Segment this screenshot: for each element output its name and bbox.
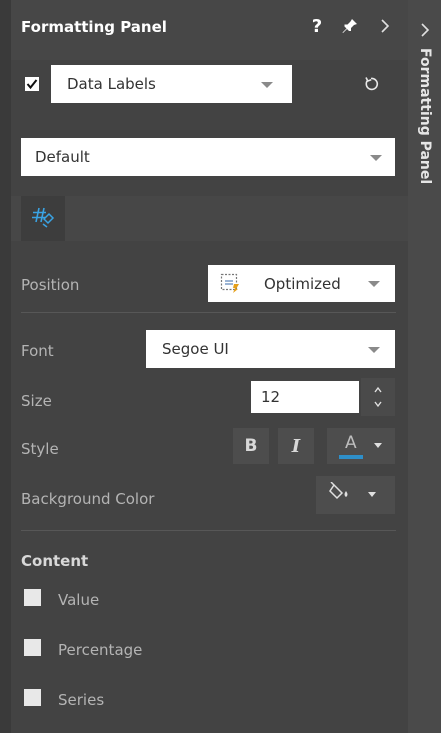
style-label: Style xyxy=(21,440,59,458)
position-dropdown[interactable]: Optimized xyxy=(208,265,395,302)
position-label: Position xyxy=(21,276,80,294)
scope-dropdown[interactable]: Default xyxy=(21,138,395,176)
size-input[interactable]: 12 xyxy=(251,381,359,413)
bold-button[interactable]: B xyxy=(233,428,269,464)
formatting-panel-side-tab[interactable]: Formatting Panel xyxy=(408,0,441,733)
series-label: Series xyxy=(58,691,105,709)
paint-bucket-icon xyxy=(328,481,352,508)
element-dropdown-value: Data Labels xyxy=(67,75,156,93)
percentage-label: Percentage xyxy=(58,641,143,659)
font-color-swatch xyxy=(339,455,363,459)
font-color-button[interactable]: A xyxy=(327,428,395,464)
italic-button[interactable]: I xyxy=(278,428,314,464)
element-dropdown[interactable]: Data Labels xyxy=(51,65,292,103)
panel-header: Formatting Panel ? xyxy=(11,0,408,60)
expand-chevron-icon[interactable] xyxy=(419,22,431,42)
chevron-down-icon xyxy=(368,281,380,287)
section-divider xyxy=(21,530,396,531)
help-icon[interactable]: ? xyxy=(305,14,329,38)
background-color-label: Background Color xyxy=(21,490,155,508)
panel-title: Formatting Panel xyxy=(21,18,167,36)
background-color-button[interactable] xyxy=(316,476,395,514)
position-value: Optimized xyxy=(264,274,341,293)
scope-dropdown-value: Default xyxy=(35,148,90,166)
chevron-down-icon xyxy=(368,347,380,353)
chevron-down-icon xyxy=(370,155,382,161)
collapse-chevron-icon[interactable] xyxy=(373,14,397,38)
chevron-down-icon xyxy=(374,443,382,448)
optimized-position-icon xyxy=(220,273,240,297)
content-section-title: Content xyxy=(21,552,89,570)
reset-icon[interactable] xyxy=(359,72,383,96)
font-color-letter: A xyxy=(345,433,357,453)
size-stepper[interactable] xyxy=(361,378,395,416)
side-tab-label: Formatting Panel xyxy=(417,48,433,185)
section-divider xyxy=(21,312,396,313)
font-value: Segoe UI xyxy=(162,340,229,358)
format-tabs xyxy=(11,196,408,241)
value-checkbox[interactable] xyxy=(24,589,41,606)
size-value: 12 xyxy=(261,388,281,406)
size-label: Size xyxy=(21,392,52,410)
font-dropdown[interactable]: Segoe UI xyxy=(146,330,395,368)
data-labels-checkbox[interactable] xyxy=(25,77,39,91)
series-checkbox[interactable] xyxy=(24,689,41,706)
font-label: Font xyxy=(21,342,54,360)
chevron-down-icon xyxy=(368,492,376,497)
value-label: Value xyxy=(58,591,100,609)
tab-number-format[interactable] xyxy=(21,196,65,241)
percentage-checkbox[interactable] xyxy=(24,639,41,656)
formatting-panel: Formatting Panel ? Data Labels Default P… xyxy=(11,0,408,733)
chevron-down-icon xyxy=(261,82,273,88)
format-numbers-icon xyxy=(31,206,55,232)
pin-icon[interactable] xyxy=(338,14,362,38)
